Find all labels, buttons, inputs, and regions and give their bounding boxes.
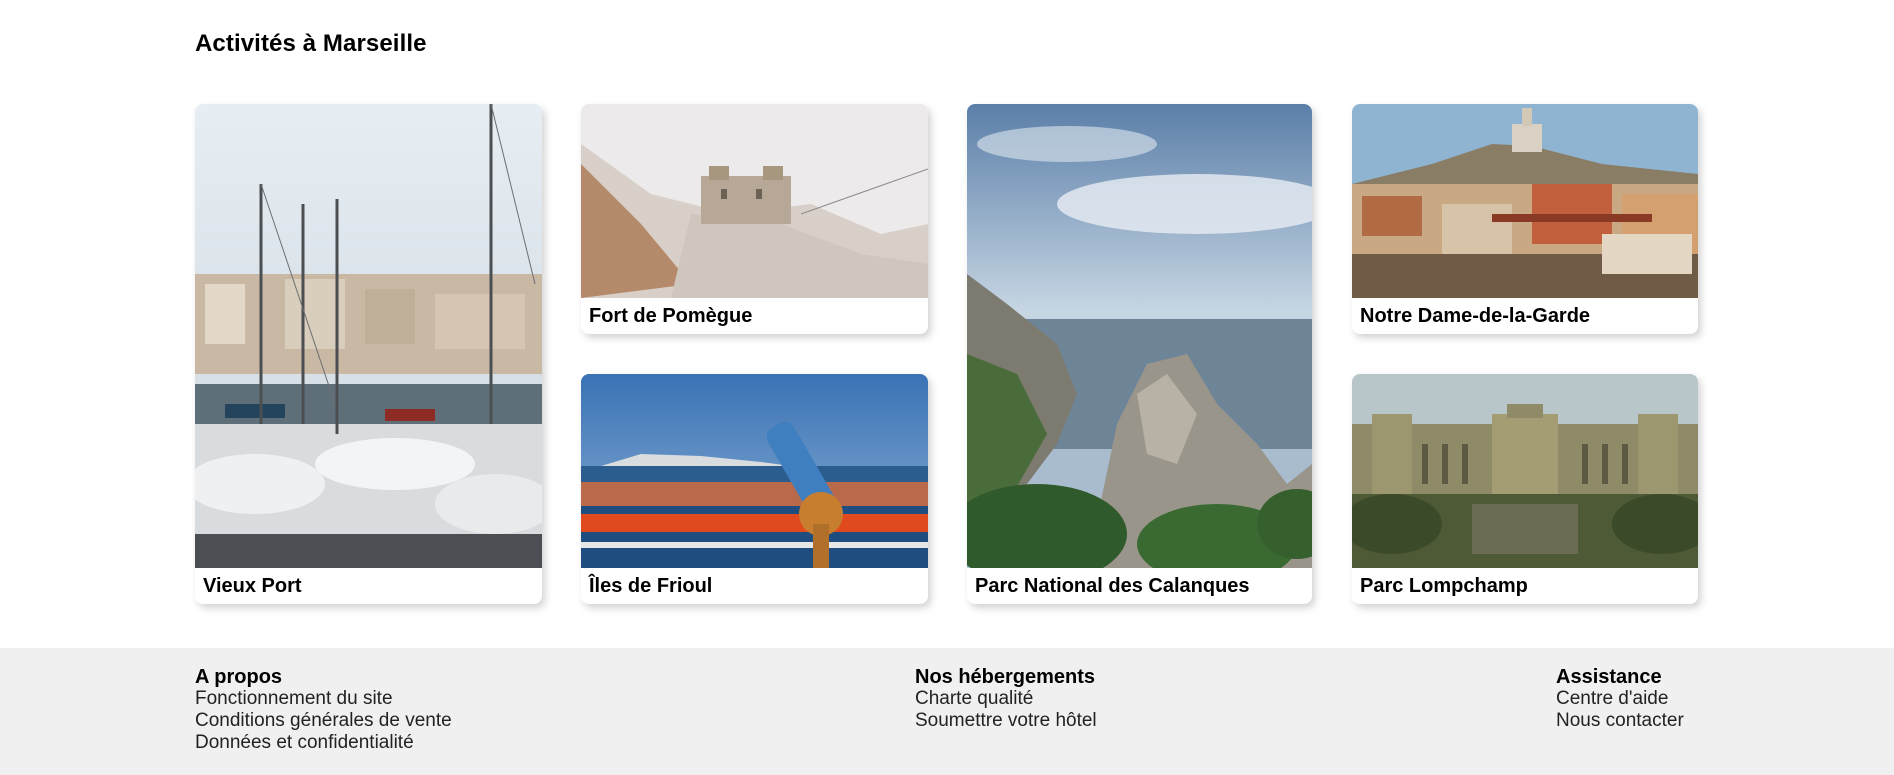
activity-card-fort-de-pomegue[interactable]: Fort de Pomègue bbox=[581, 104, 928, 334]
notre-dame-photo bbox=[1352, 104, 1698, 298]
footer-link-how-it-works[interactable]: Fonctionnement du site bbox=[195, 688, 452, 710]
activity-card-parc-lompchamp[interactable]: Parc Lompchamp bbox=[1352, 374, 1698, 604]
vieux-port-photo bbox=[195, 104, 542, 568]
footer-link-help-center[interactable]: Centre d'aide bbox=[1556, 688, 1684, 710]
footer-link-contact[interactable]: Nous contacter bbox=[1556, 710, 1684, 732]
activity-card-label: Parc Lompchamp bbox=[1360, 575, 1528, 597]
footer-link-privacy[interactable]: Données et confidentialité bbox=[195, 732, 452, 754]
activity-card-notre-dame-de-la-garde[interactable]: Notre Dame-de-la-Garde bbox=[1352, 104, 1698, 334]
footer-column-lodging: Nos hébergements Charte qualité Soumettr… bbox=[915, 666, 1097, 732]
fort-de-pomegue-photo bbox=[581, 104, 928, 298]
section-title: Activités à Marseille bbox=[195, 30, 427, 57]
footer-link-submit-hotel[interactable]: Soumettre votre hôtel bbox=[915, 710, 1097, 732]
footer-column-help: Assistance Centre d'aide Nous contacter bbox=[1556, 666, 1684, 732]
activity-card-label: Fort de Pomègue bbox=[589, 305, 753, 327]
activities-page: Activités à Marseille Vieux Port Fort de… bbox=[0, 0, 1894, 775]
site-footer: A propos Fonctionnement du site Conditio… bbox=[0, 648, 1894, 775]
activity-card-iles-de-frioul[interactable]: Îles de Frioul bbox=[581, 374, 928, 604]
iles-de-frioul-photo bbox=[581, 374, 928, 568]
footer-link-terms-of-sale[interactable]: Conditions générales de vente bbox=[195, 710, 452, 732]
footer-link-quality-charter[interactable]: Charte qualité bbox=[915, 688, 1097, 710]
footer-heading-lodging: Nos hébergements bbox=[915, 666, 1096, 688]
footer-heading-help: Assistance bbox=[1556, 666, 1662, 688]
activity-card-vieux-port[interactable]: Vieux Port bbox=[195, 104, 542, 604]
activity-card-label: Vieux Port bbox=[203, 575, 302, 597]
parc-lompchamp-photo bbox=[1352, 374, 1698, 568]
calanques-photo bbox=[967, 104, 1312, 568]
footer-heading-about: A propos bbox=[195, 666, 283, 688]
activity-card-parc-national-des-calanques[interactable]: Parc National des Calanques bbox=[967, 104, 1312, 604]
footer-column-about: A propos Fonctionnement du site Conditio… bbox=[195, 666, 452, 754]
activity-card-label: Notre Dame-de-la-Garde bbox=[1360, 305, 1591, 327]
activity-card-label: Îles de Frioul bbox=[589, 575, 713, 597]
activity-card-label: Parc National des Calanques bbox=[975, 575, 1250, 597]
